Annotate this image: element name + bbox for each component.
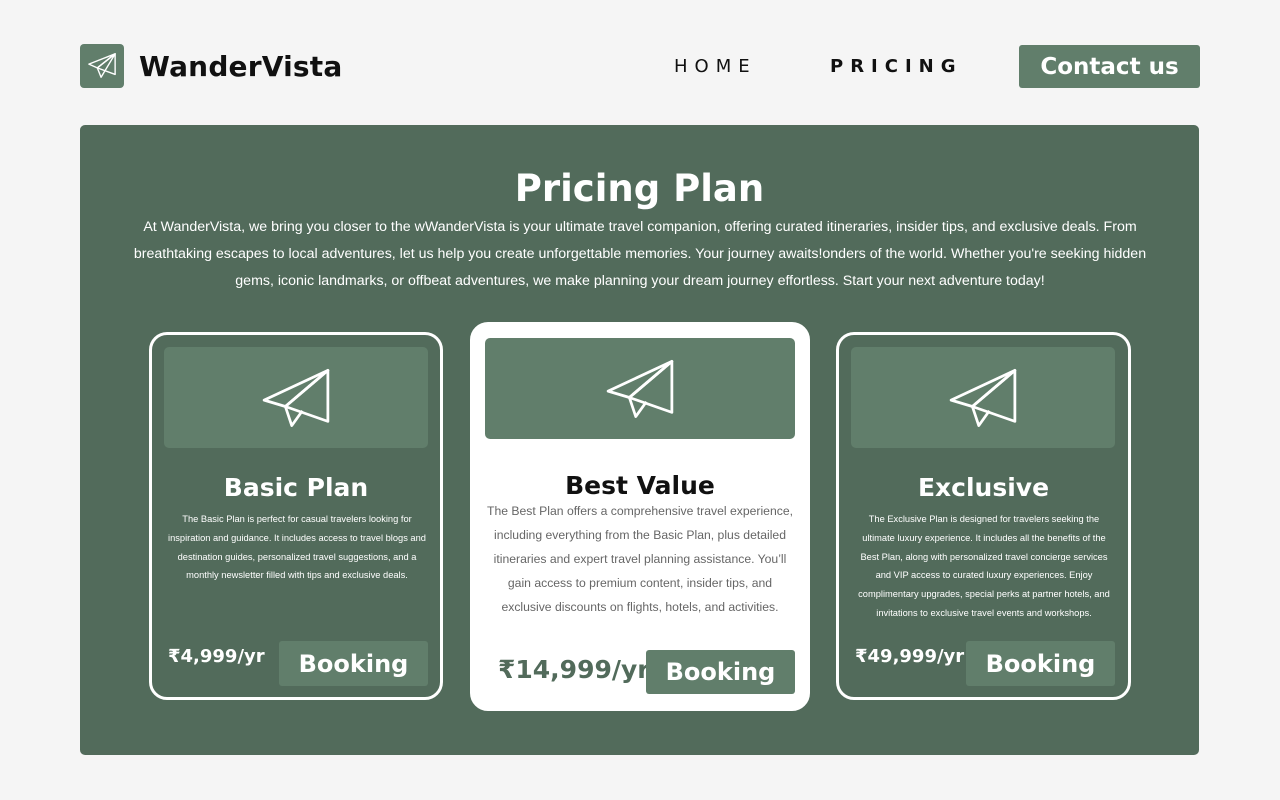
- paper-plane-icon: [485, 338, 795, 439]
- brand[interactable]: WanderVista: [80, 44, 342, 88]
- plan-title: Basic Plan: [223, 473, 369, 502]
- plan-description: The Basic Plan is perfect for casual tra…: [168, 514, 426, 581]
- nav-home[interactable]: HOME: [674, 56, 757, 77]
- pricing-description: At WanderVista, we bring you closer to t…: [133, 219, 1147, 289]
- plan-price: ₹49,999/yr: [855, 646, 965, 667]
- booking-button[interactable]: Booking: [966, 641, 1115, 686]
- booking-button[interactable]: Booking: [279, 641, 428, 686]
- plan-description: The Exclusive Plan is designed for trave…: [858, 514, 1110, 618]
- brand-name: WanderVista: [139, 49, 343, 83]
- contact-us-button[interactable]: Contact us: [1019, 45, 1200, 88]
- paper-plane-icon: [80, 44, 124, 88]
- plan-price: ₹14,999/yr: [498, 655, 650, 684]
- page-title: Pricing Plan: [514, 167, 765, 210]
- plan-card-exclusive: Exclusive The Exclusive Plan is designed…: [836, 332, 1131, 700]
- nav-pricing[interactable]: PRICING: [830, 56, 963, 77]
- paper-plane-icon: [851, 347, 1115, 448]
- plan-title: Best Value: [565, 471, 715, 500]
- plan-description: The Best Plan offers a comprehensive tra…: [487, 504, 793, 614]
- paper-plane-icon: [164, 347, 428, 448]
- pricing-section: Pricing Plan At WanderVista, we bring yo…: [80, 125, 1199, 755]
- plan-title: Exclusive: [917, 473, 1050, 502]
- booking-button[interactable]: Booking: [646, 650, 795, 694]
- plan-card-best-value: Best Value The Best Plan offers a compre…: [470, 322, 810, 711]
- plan-card-basic: Basic Plan The Basic Plan is perfect for…: [149, 332, 443, 700]
- plan-price: ₹4,999/yr: [168, 646, 265, 667]
- site-header: WanderVista HOME PRICING Contact us: [80, 44, 1200, 89]
